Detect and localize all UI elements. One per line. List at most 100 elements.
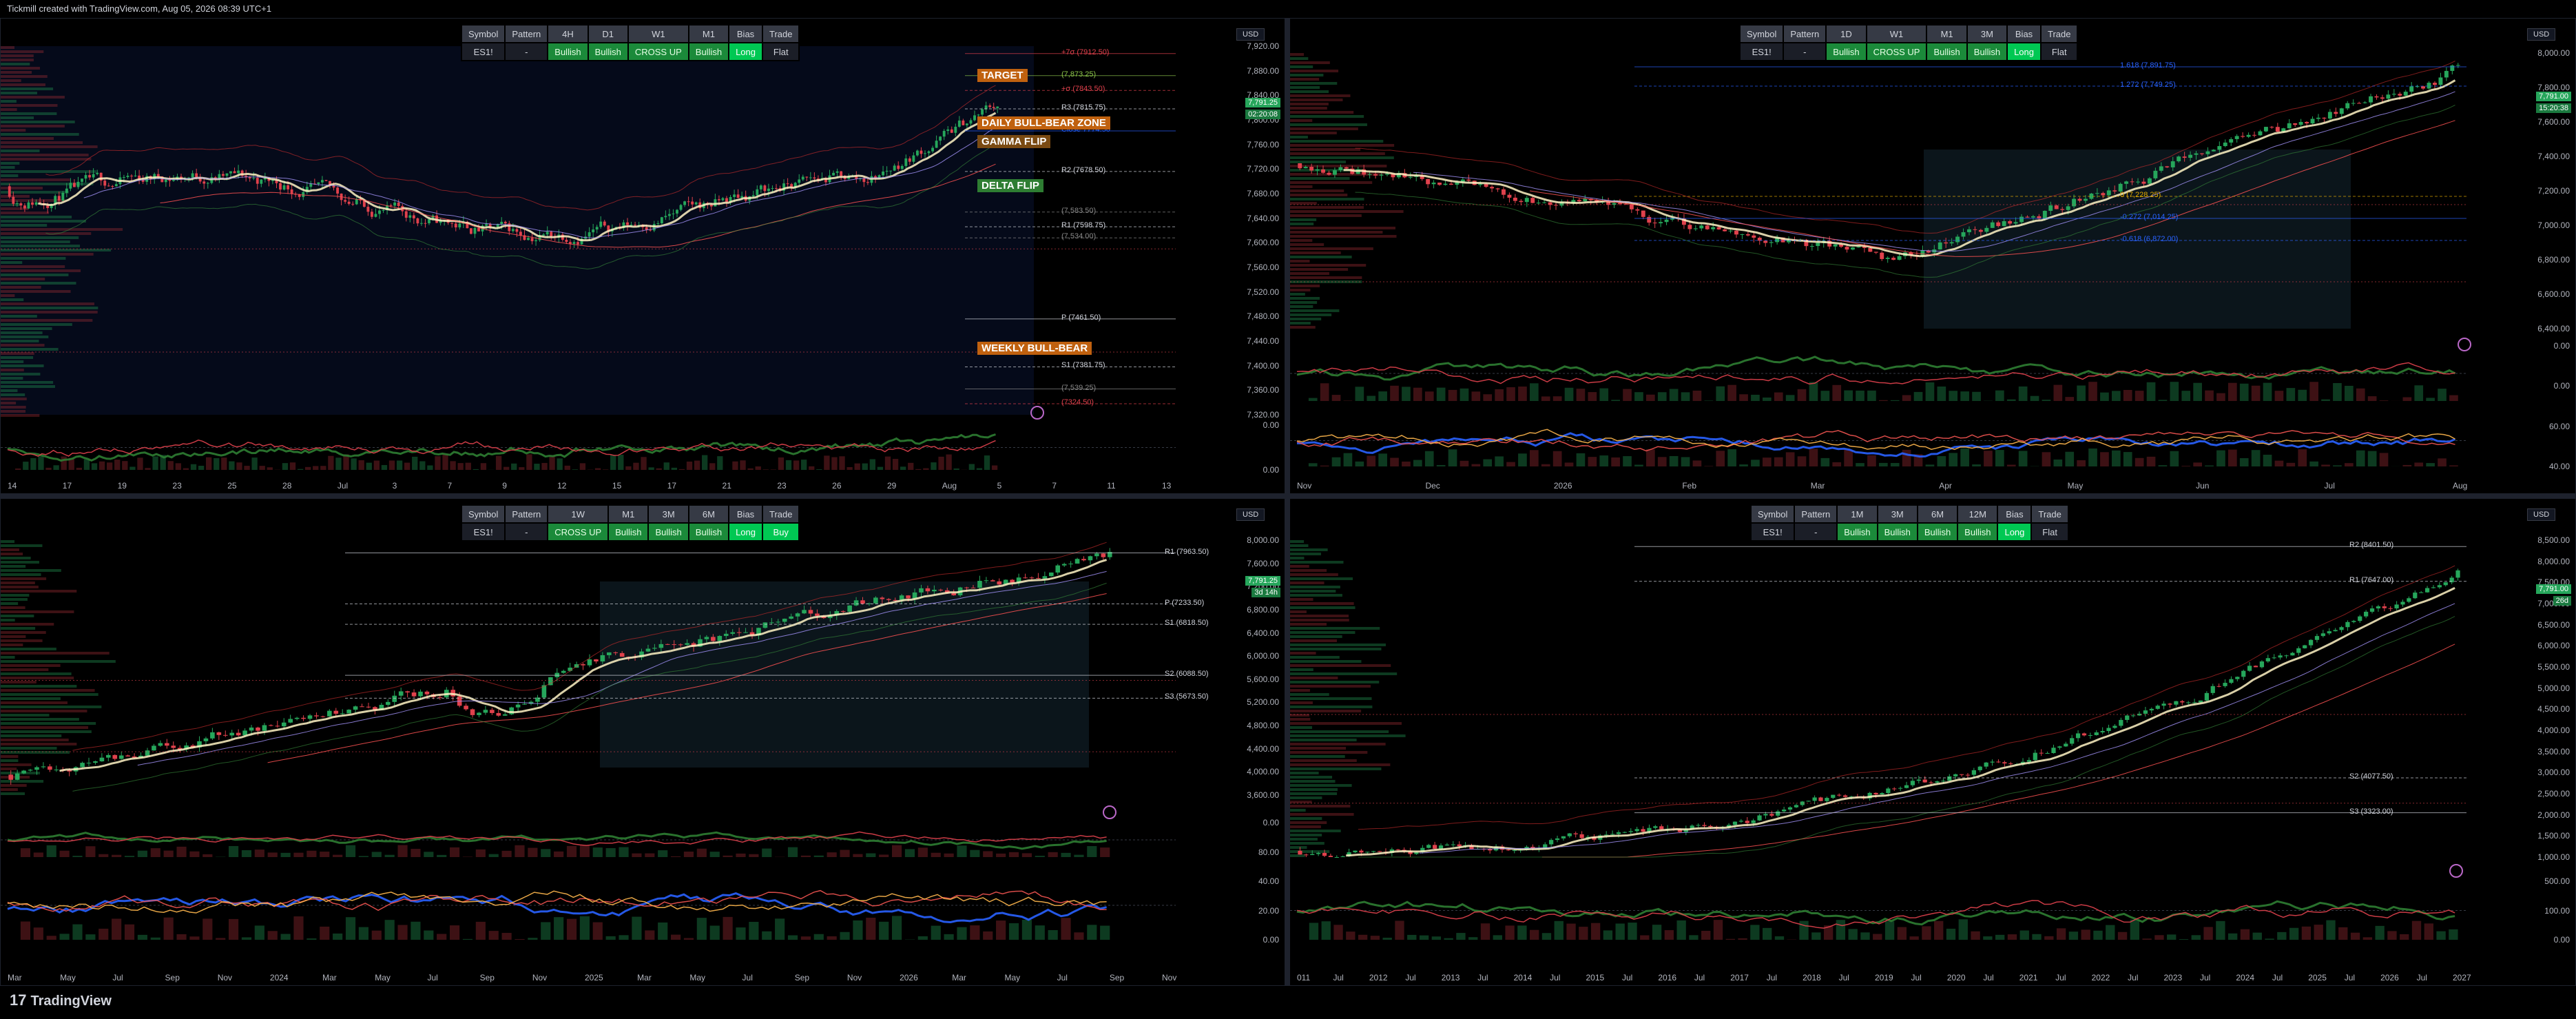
candle-body <box>2072 198 2077 207</box>
oscillator-bar <box>112 918 122 940</box>
oscillator-bar <box>371 930 382 940</box>
candle-body <box>1549 840 1554 845</box>
volume-profile-bar <box>1 557 31 559</box>
volume-profile-bar <box>1 652 110 655</box>
volume-profile-bar <box>1290 672 1398 675</box>
oscillator-bar <box>2088 382 2097 401</box>
time-axis-label: 12 <box>557 481 567 491</box>
zone-label: GAMMA FLIP <box>977 135 1051 149</box>
oscillator-bar <box>1021 919 1032 940</box>
time-axis[interactable]: Mar May Jul Sep Nov 2024 Mar May Jul Sep Nov 2025 Ma… <box>1 970 1229 985</box>
oscillator-bar <box>2179 939 2189 940</box>
candle-body <box>2025 216 2030 218</box>
candle-body <box>8 186 11 197</box>
candle-body <box>2303 645 2307 648</box>
signal-table-value-row: ES1! - Bullish Bullish Bullish Bullish Long Fla… <box>1749 522 2069 542</box>
level-label: P (7233.50) <box>1165 598 1205 607</box>
oscillator-bar <box>320 926 330 940</box>
chart-panel-4h[interactable]: Symbol Pattern 4H D1 W1 M1 Bias Trade ES1! - Bull… <box>0 18 1285 494</box>
oscillator-bar <box>549 455 555 470</box>
price-plot[interactable] <box>1 19 1231 494</box>
oscillator-bar <box>1949 453 1958 466</box>
candle-body <box>1659 222 1663 224</box>
price-axis[interactable]: 8,000.00 7,600.00 7,200.00 6,800.00 6,400.00… <box>1236 499 1285 985</box>
candle-body <box>2136 181 2140 183</box>
candle-body <box>106 754 111 758</box>
price-plot[interactable] <box>1 499 1231 986</box>
oscillator-bar <box>996 920 1006 940</box>
candle-body <box>256 727 260 731</box>
volume-profile-bar <box>1290 701 1313 704</box>
candle-body <box>2369 96 2373 103</box>
candle-body <box>1519 200 1524 203</box>
volume-profile-bar <box>1 236 79 239</box>
price-axis[interactable]: 8,000.00 7,800.00 7,600.00 7,400.00 7,200.00… <box>2527 19 2575 493</box>
oscillator-bar <box>983 931 993 940</box>
oscillator-bar <box>1739 464 1748 466</box>
oscillator-bar <box>534 464 540 470</box>
candle-body <box>1577 200 1581 202</box>
tradingview-logo[interactable]: 17 TradingView <box>10 991 112 1009</box>
price-axis-label: 7,640.00 <box>1247 213 1279 223</box>
volume-profile-bar <box>1290 739 1357 741</box>
candle-body <box>1433 845 1437 849</box>
price-plot[interactable] <box>1290 19 2522 494</box>
oscillator-bar <box>1424 391 1434 401</box>
candle-body <box>882 171 885 176</box>
oscillator-bar <box>1669 455 1679 466</box>
oscillator-bar <box>970 925 980 940</box>
oscillator-bar <box>358 856 368 857</box>
oscillator-bar <box>98 854 109 857</box>
time-axis-label: 2026 <box>1553 481 1572 491</box>
candle-body <box>2149 708 2154 711</box>
volume-profile-bar <box>1290 285 1320 287</box>
oscillator-bar <box>2345 385 2354 401</box>
candle-body <box>2400 601 2405 605</box>
candle-body <box>1825 798 1829 801</box>
time-axis[interactable]: Nov Dec 2026 Feb Mar Apr May Jun Jul Aug <box>1290 478 2520 493</box>
volume-profile-bar <box>1290 644 1386 646</box>
volume-profile-bar <box>1290 99 1343 101</box>
time-axis-label: Jul <box>2416 973 2427 982</box>
candle-body <box>981 109 984 115</box>
candle-body <box>288 719 293 723</box>
oscillator-bar <box>1634 464 1643 466</box>
chart-panel-1d[interactable]: Symbol Pattern 1D W1 M1 3M Bias Trade ES1! - Bull… <box>1289 18 2576 494</box>
price-axis[interactable]: 8,500.008,000.007,500.007,000.006,500.00… <box>2527 499 2575 985</box>
time-axis[interactable]: 011 Jul 2012 Jul 2013 Jul 2014 Jul 2015 Jul 2016 Ju… <box>1290 970 2520 985</box>
oscillator-bar <box>358 927 368 940</box>
candle-body <box>2308 639 2314 646</box>
candle-body <box>2042 211 2047 219</box>
price-axis[interactable]: 7,920.00 7,880.00 7,840.00 7,800.00 7,760.00… <box>1236 19 1285 493</box>
candle-body <box>249 727 254 731</box>
volume-profile-bar <box>1 154 89 156</box>
volume-profile-bar <box>1 294 15 297</box>
oscillator-bar <box>475 921 486 940</box>
chart-panel-1m[interactable]: Symbol Pattern 1M 3M 6M 12M Bias Trade ES1! - Bul… <box>1289 498 2576 986</box>
candle-body <box>1340 856 1345 858</box>
price-plot[interactable] <box>1290 499 2522 986</box>
candle-body <box>942 130 946 137</box>
time-axis[interactable]: 14 17 19 23 25 28 Jul 3 7 9 12 15 17 21 23 26 29 Aug 5 7 11 1… <box>1 478 1229 493</box>
candle-body <box>603 221 606 226</box>
candle-body <box>873 597 878 604</box>
candle-body <box>156 174 160 177</box>
candle-body <box>592 229 595 233</box>
candle-body <box>649 229 652 231</box>
candle-body <box>795 613 800 617</box>
candle-body <box>939 136 942 141</box>
oscillator-bar <box>1676 920 1686 940</box>
oscillator-bar <box>450 925 460 940</box>
candle-body <box>1036 577 1041 579</box>
candle-body <box>469 228 472 234</box>
oscillator-bar <box>866 853 876 857</box>
candle-body <box>1833 244 1838 247</box>
chart-panel-1w[interactable]: Symbol Pattern 1W M1 3M 6M Bias Trade ES1! - CROS… <box>0 498 1285 986</box>
oscillator-bar <box>1552 451 1562 466</box>
oscillator-bar <box>462 938 473 940</box>
price-axis-label: 7,720.00 <box>1247 164 1279 174</box>
signal-table: Symbol Pattern 4H D1 W1 M1 Bias Trade ES1! - Bull… <box>460 24 800 61</box>
candle-body <box>503 221 507 224</box>
volume-profile-bar <box>1290 276 1362 279</box>
candle-body <box>2327 112 2332 119</box>
